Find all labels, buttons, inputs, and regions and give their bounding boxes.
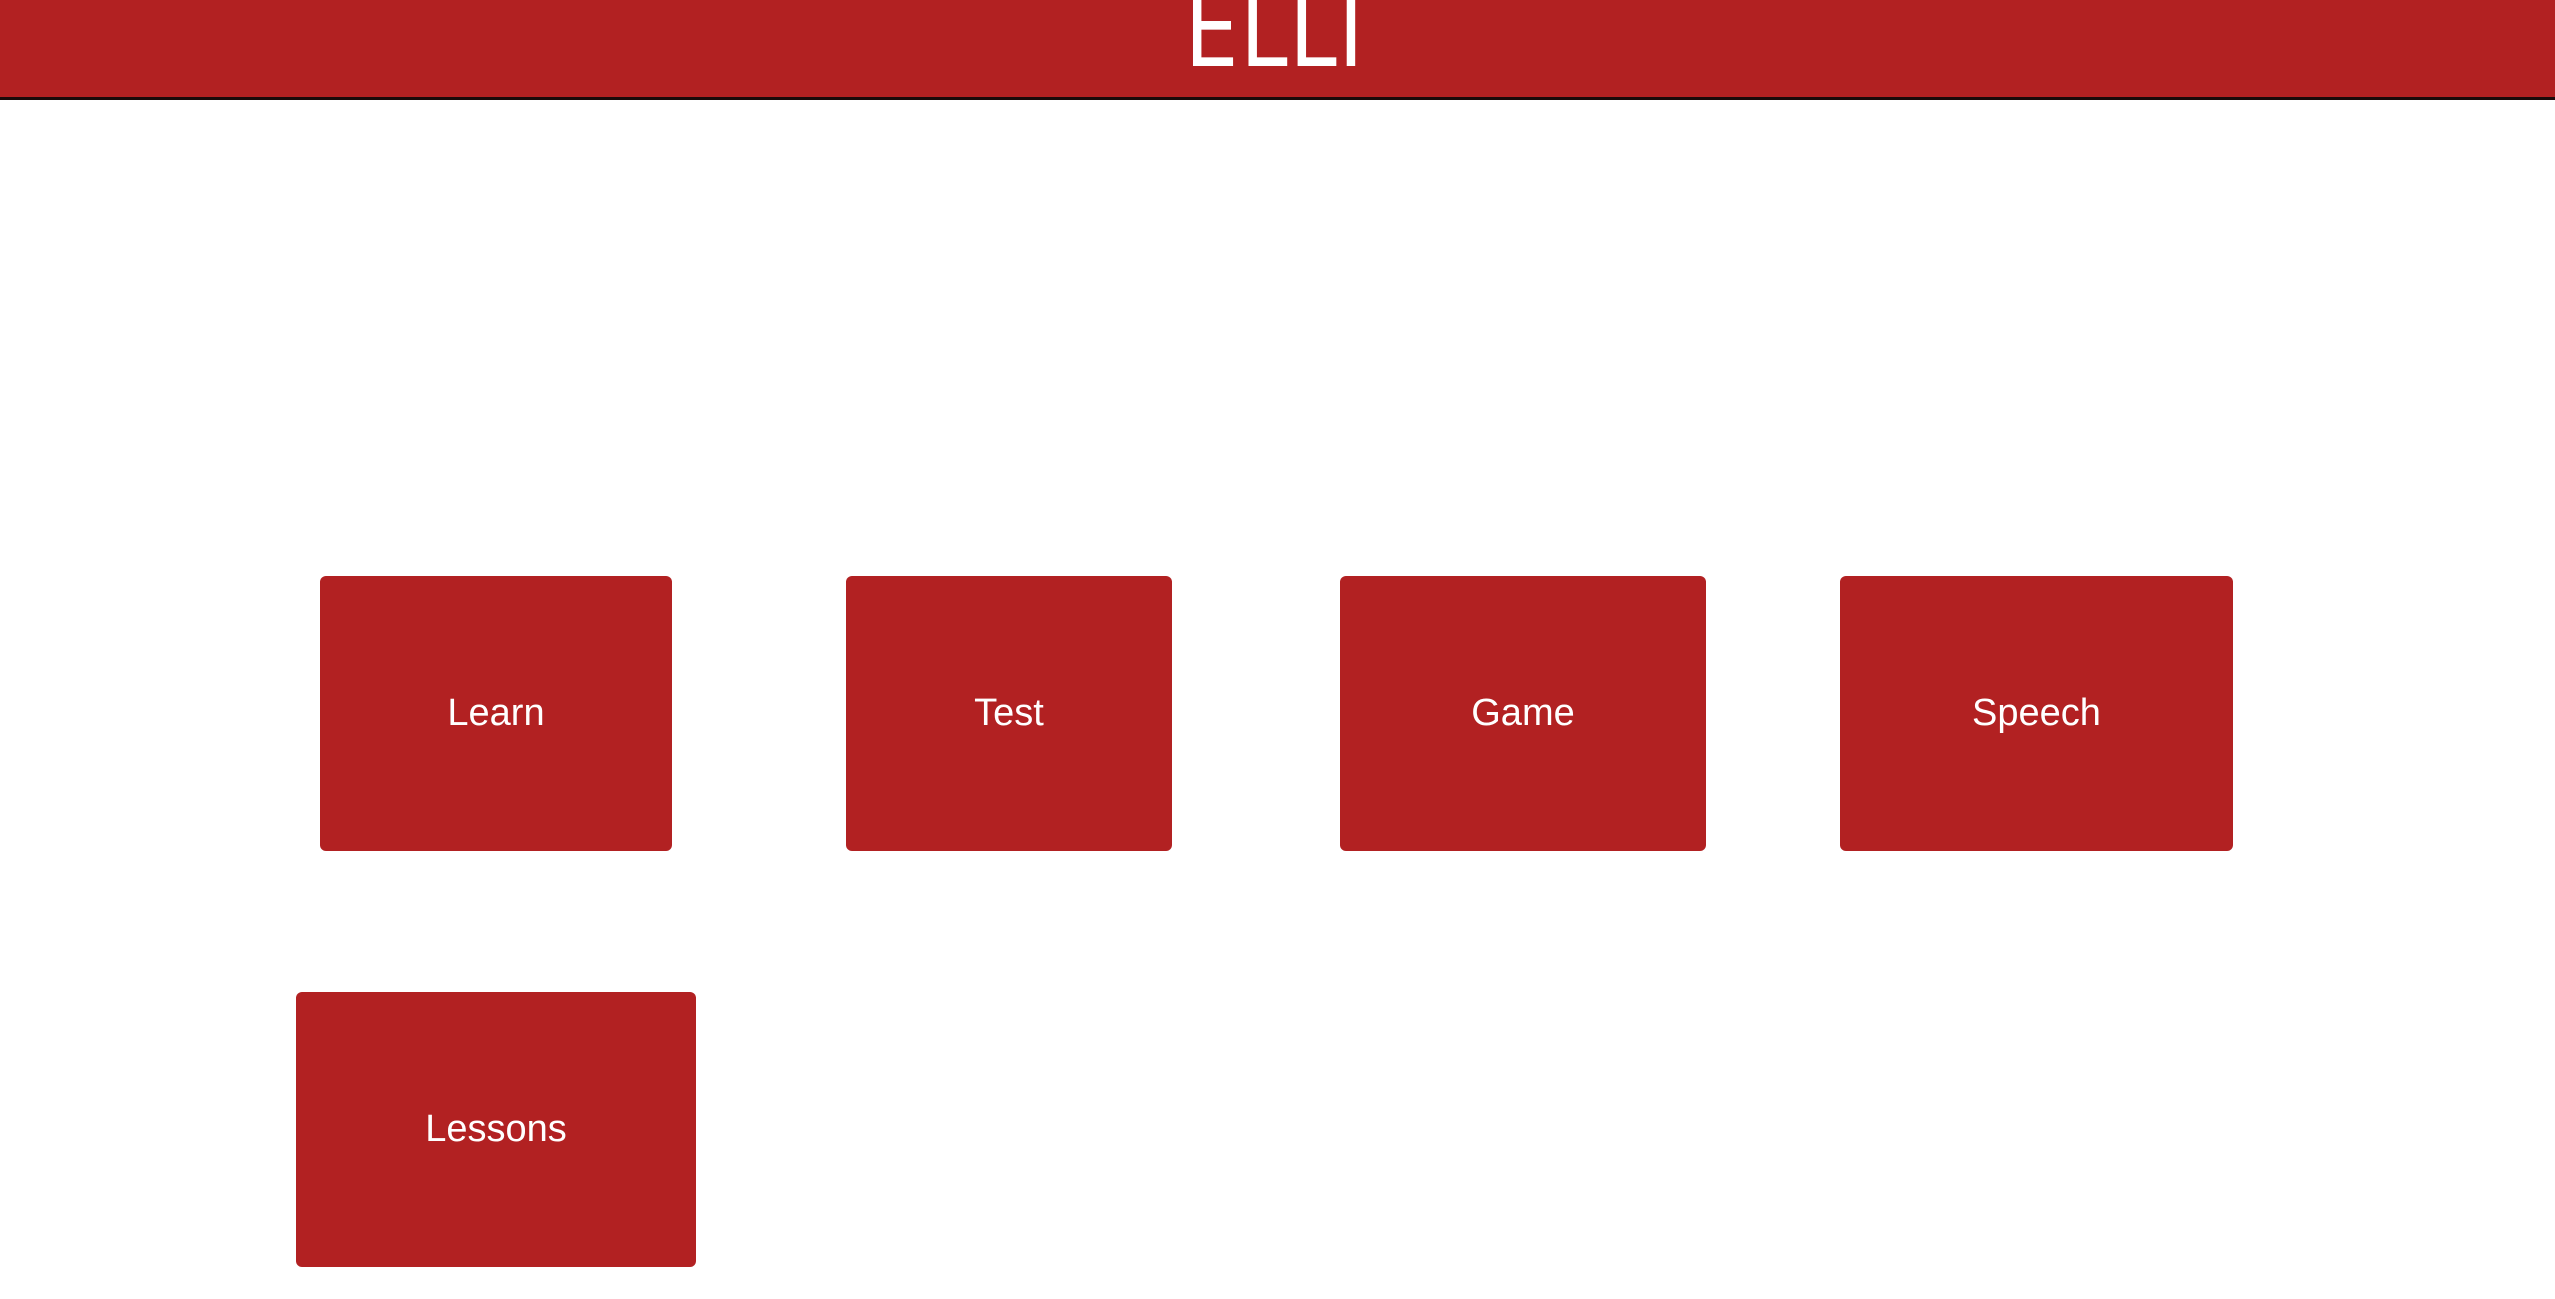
speech-button[interactable]: Speech bbox=[1840, 576, 2233, 851]
learn-button[interactable]: Learn bbox=[320, 576, 672, 851]
lessons-button[interactable]: Lessons bbox=[296, 992, 696, 1267]
page: ELLI Learn Test Game Speech Lessons bbox=[0, 0, 2555, 1299]
app-header: ELLI bbox=[0, 0, 2555, 100]
test-button[interactable]: Test bbox=[846, 576, 1172, 851]
game-button[interactable]: Game bbox=[1340, 576, 1706, 851]
app-title: ELLI bbox=[1184, 0, 1366, 91]
